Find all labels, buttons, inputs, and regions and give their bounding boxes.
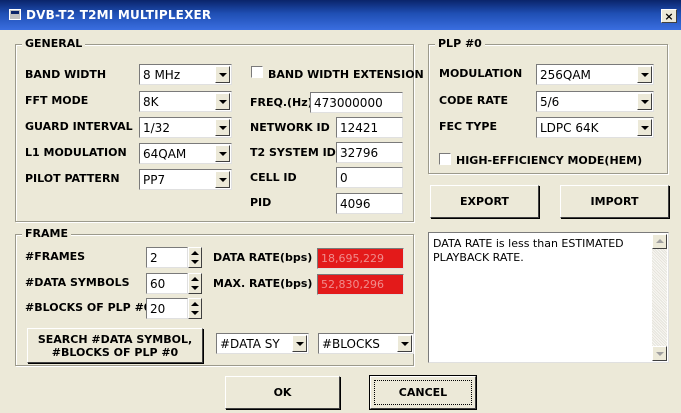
guard-interval-value: 1/32	[143, 121, 170, 135]
frames-input[interactable]: 2	[146, 247, 188, 268]
bandwidth-extension-checkbox[interactable]	[251, 66, 263, 78]
data-rate-label: DATA RATE(bps)	[213, 251, 313, 264]
max-rate-label: MAX. RATE(bps)	[213, 277, 313, 290]
cancel-button[interactable]: CANCEL	[370, 376, 476, 409]
network-id-label: NETWORK ID	[250, 121, 330, 134]
blocks-plp-input[interactable]: 20	[146, 298, 188, 319]
message-box[interactable]: DATA RATE is less than ESTIMATED PLAYBAC…	[428, 232, 669, 363]
code-rate-label: CODE RATE	[439, 94, 509, 107]
chevron-down-icon[interactable]	[397, 335, 412, 352]
blocks-plp-label: #BLOCKS OF PLP #0	[25, 301, 152, 314]
freq-label: FREQ.(Hz)	[250, 96, 313, 109]
scroll-track[interactable]	[652, 249, 667, 346]
frame-group-title: FRAME	[22, 227, 71, 241]
l1-modulation-select[interactable]: 64QAM	[139, 143, 232, 164]
title-bar[interactable]: DVB-T2 T2MI MULTIPLEXER ×	[0, 0, 681, 30]
chevron-down-icon[interactable]	[292, 335, 307, 352]
plp-group-title: PLP #0	[435, 37, 485, 51]
blocks-plp-stepper[interactable]	[188, 298, 202, 319]
chevron-down-icon[interactable]	[215, 93, 230, 110]
fft-mode-label: FFT MODE	[25, 94, 89, 107]
l1-modulation-label: L1 MODULATION	[25, 146, 127, 159]
dialog-window: DVB-T2 T2MI MULTIPLEXER × GENERAL BAND W…	[0, 0, 681, 413]
l1-modulation-value: 64QAM	[143, 147, 187, 161]
blocks-select[interactable]: #BLOCKS	[318, 333, 414, 354]
guard-interval-label: GUARD INTERVAL	[25, 120, 133, 133]
data-symbols-stepper[interactable]	[188, 273, 202, 294]
data-symbols-input[interactable]: 60	[146, 273, 188, 294]
code-rate-select[interactable]: 5/6	[536, 91, 654, 112]
chevron-down-icon[interactable]	[215, 66, 230, 83]
data-symbols-select[interactable]: #DATA SY	[216, 333, 309, 354]
max-rate-field: 52,830,296	[317, 274, 404, 295]
bandwidth-select[interactable]: 8 MHz	[139, 64, 232, 85]
search-button-line1: SEARCH #DATA SYMBOL,	[37, 332, 193, 346]
close-button[interactable]: ×	[661, 9, 677, 23]
pilot-pattern-label: PILOT PATTERN	[25, 172, 120, 185]
bandwidth-label: BAND WIDTH	[25, 68, 107, 81]
cell-id-label: CELL ID	[250, 171, 297, 184]
window-title: DVB-T2 T2MI MULTIPLEXER	[26, 8, 212, 22]
general-group-title: GENERAL	[22, 37, 86, 51]
cell-id-input[interactable]: 0	[336, 167, 403, 188]
pilot-pattern-select[interactable]: PP7	[139, 169, 232, 190]
message-scrollbar[interactable]	[652, 234, 667, 361]
bandwidth-extension-label[interactable]: BAND WIDTH EXTENSION	[268, 68, 424, 81]
app-icon	[9, 9, 21, 20]
scroll-down-icon[interactable]	[652, 346, 667, 361]
chevron-down-icon[interactable]	[215, 171, 230, 188]
fec-type-value: LDPC 64K	[540, 121, 599, 135]
data-rate-field: 18,695,229	[317, 248, 404, 269]
export-button[interactable]: EXPORT	[430, 185, 539, 218]
modulation-label: MODULATION	[439, 67, 523, 80]
hem-checkbox[interactable]	[439, 153, 451, 165]
chevron-down-icon[interactable]	[215, 145, 230, 162]
fft-mode-value: 8K	[143, 95, 159, 109]
fec-type-label: FEC TYPE	[439, 120, 497, 133]
search-button-line2: #BLOCKS OF PLP #0	[51, 345, 179, 359]
chevron-down-icon[interactable]	[637, 93, 652, 110]
code-rate-value: 5/6	[540, 95, 560, 109]
chevron-down-icon[interactable]	[215, 119, 230, 136]
frames-stepper[interactable]	[188, 247, 202, 268]
freq-input[interactable]: 473000000	[310, 92, 403, 113]
network-id-input[interactable]: 12421	[336, 117, 403, 138]
frames-label: #FRAMES	[25, 250, 86, 263]
hem-label[interactable]: HIGH-EFFICIENCY MODE(HEM)	[456, 154, 642, 167]
t2-system-id-label: T2 SYSTEM ID	[250, 146, 336, 159]
blocks-select-value: #BLOCKS	[322, 337, 380, 351]
pilot-pattern-value: PP7	[143, 173, 166, 187]
pid-label: PID	[250, 196, 272, 209]
fft-mode-select[interactable]: 8K	[139, 91, 232, 112]
ok-button[interactable]: OK	[225, 376, 340, 409]
pid-input[interactable]: 4096	[336, 193, 403, 214]
guard-interval-select[interactable]: 1/32	[139, 117, 232, 138]
chevron-down-icon[interactable]	[637, 66, 652, 83]
modulation-select[interactable]: 256QAM	[536, 64, 654, 85]
message-text: DATA RATE is less than ESTIMATED PLAYBAC…	[433, 237, 624, 264]
import-button[interactable]: IMPORT	[560, 185, 669, 218]
search-data-symbol-button[interactable]: SEARCH #DATA SYMBOL, #BLOCKS OF PLP #0	[27, 328, 203, 363]
scroll-up-icon[interactable]	[652, 234, 667, 249]
chevron-down-icon[interactable]	[637, 119, 652, 136]
t2-system-id-input[interactable]: 32796	[336, 142, 403, 163]
bandwidth-value: 8 MHz	[143, 68, 181, 82]
fec-type-select[interactable]: LDPC 64K	[536, 117, 654, 138]
data-symbols-select-value: #DATA SY	[220, 337, 280, 351]
data-symbols-label: #DATA SYMBOLS	[25, 276, 130, 289]
modulation-value: 256QAM	[540, 68, 591, 82]
